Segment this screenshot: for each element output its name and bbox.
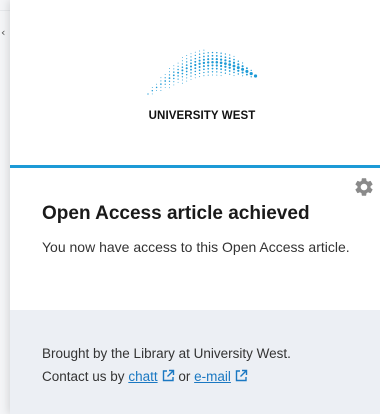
external-link-icon[interactable]: [234, 369, 248, 383]
logo-text: UNIVERSITY WEST: [148, 110, 256, 122]
contact-prefix: Contact us by: [42, 369, 125, 384]
library-credit: Brought by the Library at University Wes…: [42, 346, 291, 361]
dialog-message: You now have access to this Open Access …: [42, 239, 350, 255]
accent-bar: [10, 165, 380, 168]
footer: Brought by the Library at University Wes…: [10, 310, 380, 414]
contact-line: Contact us by chatt or e-mail: [42, 369, 248, 384]
or-text: or: [178, 369, 191, 384]
open-access-popup: UNIVERSITY WEST Open Access article achi…: [10, 0, 380, 414]
dialog-title: Open Access article achieved: [42, 203, 310, 224]
logo-area: UNIVERSITY WEST: [10, 0, 380, 165]
external-link-icon[interactable]: [161, 369, 175, 383]
university-logo: UNIVERSITY WEST: [140, 48, 264, 124]
email-link-label[interactable]: e-mail: [194, 369, 231, 384]
chat-link[interactable]: chatt: [128, 369, 157, 384]
background-glyph: ‹: [1, 26, 6, 39]
chat-link-label[interactable]: chatt: [128, 369, 157, 384]
email-link[interactable]: e-mail: [194, 369, 231, 384]
wave-logo-icon: [147, 49, 258, 95]
gear-icon[interactable]: [353, 176, 375, 198]
